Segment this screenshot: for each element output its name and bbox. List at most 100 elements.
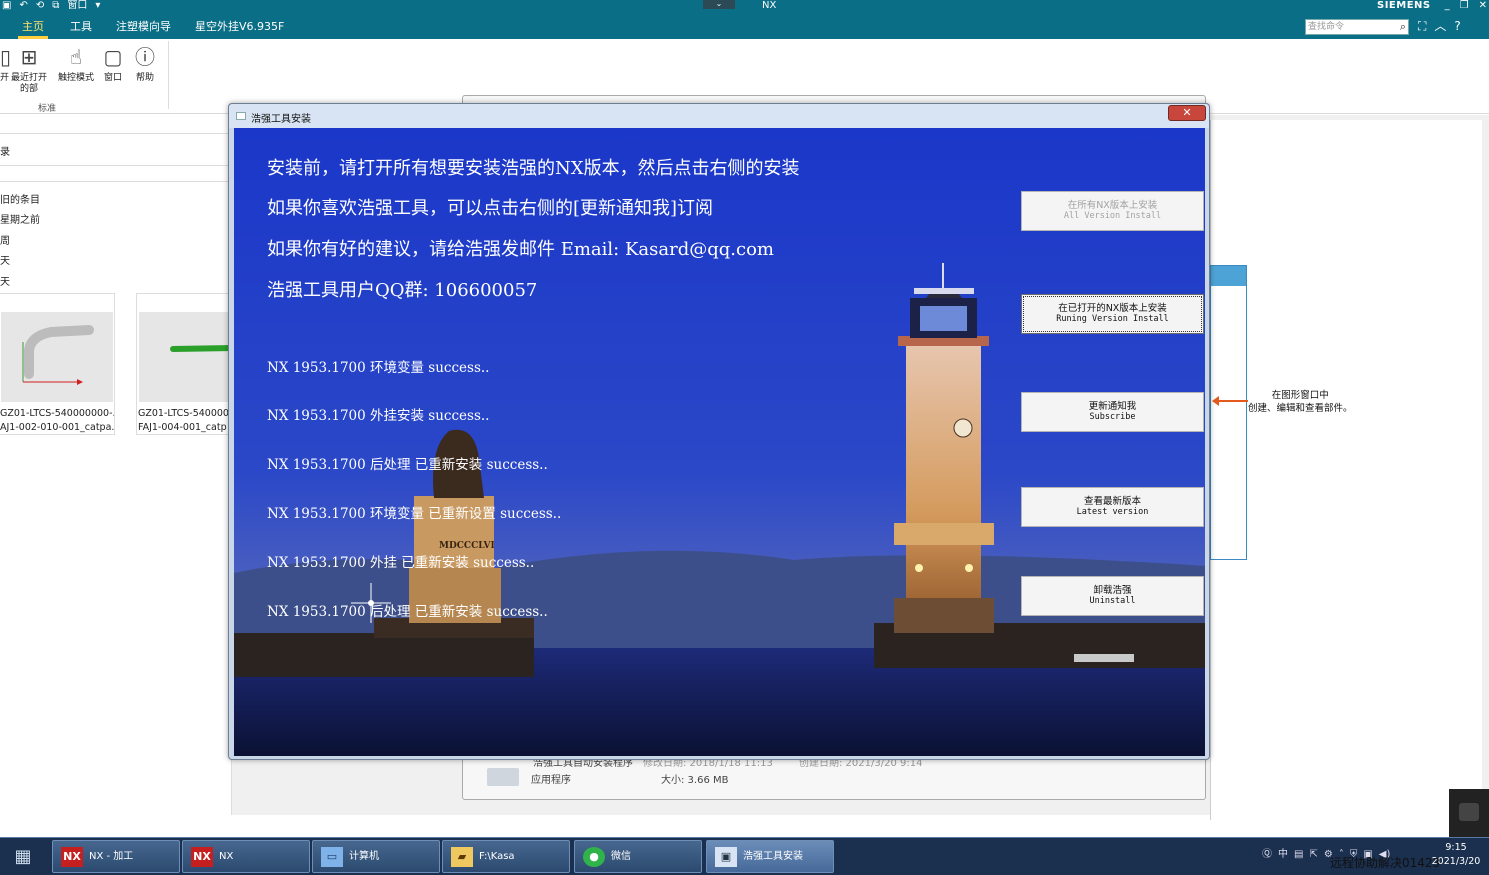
start-button[interactable]: ▦ — [8, 843, 38, 871]
title-dropdown-button[interactable]: ⌄ — [703, 0, 735, 9]
nx-titlebar: ▣ ↶ ⟲ ⧉ 窗口 ▾ ⌄ NX SIEMENS _ ❐ ✕ — [0, 0, 1489, 14]
tab-mold-wizard[interactable]: 注塑模向导 — [112, 14, 175, 39]
part-preview-drawing — [22, 325, 94, 385]
thumbnail-caption: GZ01-LTCS-540000000-... AJ1-002-010-001_… — [0, 408, 114, 433]
history-group[interactable]: 星期之前 — [0, 211, 40, 226]
undo-icon[interactable]: ↶ — [19, 0, 27, 12]
brand-logo: SIEMENS — [1377, 0, 1431, 11]
recent-part-thumbnail[interactable]: GZ01-LTCS-540000 FAJ1-004-001_catp — [136, 293, 236, 435]
remote-assist-watermark: 远程协助解决01423 — [1330, 856, 1441, 870]
clock-time: 9:15 — [1445, 842, 1467, 853]
nx-app-icon: NX — [191, 847, 213, 867]
history-group[interactable]: 旧的条目 — [0, 191, 40, 206]
recent-part-thumbnail[interactable]: GZ01-LTCS-540000000-... AJ1-002-010-001_… — [0, 293, 115, 435]
thumbnail-caption: GZ01-LTCS-540000 FAJ1-004-001_catp — [138, 408, 229, 433]
hint-arrow-icon — [1212, 396, 1248, 406]
graphics-window — [1210, 120, 1482, 820]
taskbar-item-nx-machining[interactable]: NX NX - 加工 — [52, 840, 180, 873]
latest-version-button[interactable]: 查看最新版本 Latest version — [1021, 487, 1204, 527]
tab-tools[interactable]: 工具 — [66, 14, 96, 39]
ribbon-group-label: 标准 — [38, 104, 57, 114]
log-line: NX 1953.1700 外挂安装 success.. — [267, 408, 490, 425]
part-preview-drawing — [170, 345, 236, 352]
close-icon[interactable]: ✕ — [1479, 0, 1487, 11]
panel-titlebar — [1211, 266, 1246, 286]
graphics-hint-text: 在图形窗口中 创建、编辑和查看部件。 — [1248, 390, 1353, 414]
touch-mode-button[interactable]: ☝ 触控模式 — [56, 43, 96, 84]
close-button[interactable]: ✕ — [1168, 105, 1206, 121]
recent-files-button[interactable]: ⊞ 最近打开的部 — [10, 43, 48, 95]
save-icon[interactable]: ▣ — [2, 0, 11, 12]
installer-client-area: MDCCCLVI 安装前，请打开所有想要安装浩强的NX版本，然后点击右侧的安装 … — [234, 128, 1205, 756]
install-log: NX 1953.1700 环境变量 success.. NX 1953.1700… — [267, 327, 561, 653]
ribbon-cut-button[interactable]: ▯ 开 — [0, 43, 11, 84]
redo-icon[interactable]: ⟲ — [36, 0, 44, 12]
input-method-icon[interactable]: Ⓠ — [1262, 848, 1272, 862]
recent-files-icon: ⊞ — [20, 45, 38, 69]
taskbar: ▦ NX NX - 加工 NX NX ▭ 计算机 ▰ F:\Kasa ● 微信 … — [0, 837, 1489, 875]
history-group[interactable]: 周 — [0, 232, 10, 247]
email-text: 如果你有好的建议，请给浩强发邮件 Email: Kasard@qq.com — [267, 239, 774, 260]
installer-title: 浩强工具安装 — [251, 114, 311, 125]
taskbar-item-wechat[interactable]: ● 微信 — [574, 840, 702, 873]
part-preview-image — [139, 312, 236, 402]
customize-chevron-icon[interactable]: ▾ — [95, 0, 100, 12]
fullscreen-icon[interactable]: ⛶ — [1418, 19, 1426, 33]
tab-plugin[interactable]: 星空外挂V6.935F — [191, 14, 288, 39]
window-icon: ▢ — [103, 45, 123, 69]
help-icon: ⓘ — [135, 45, 155, 69]
taskbar-item-installer[interactable]: ▣ 浩强工具安装 — [706, 840, 834, 873]
window-menu[interactable]: 窗口 — [67, 0, 87, 12]
search-icon[interactable]: ⌕ — [1400, 20, 1406, 34]
log-line: NX 1953.1700 后处理 已重新安装 success.. — [267, 604, 548, 621]
divider — [0, 133, 232, 134]
computer-icon: ▭ — [321, 847, 343, 867]
minimize-icon[interactable]: _ — [1445, 0, 1450, 11]
installer-dialog: 浩强工具安装 ✕ MDCCCLVI 安装前，请打开所有想要安装浩强的NX版本，然… — [228, 103, 1210, 760]
touch-mode-icon: ☝ — [69, 45, 83, 69]
part-preview-image — [1, 312, 113, 402]
language-indicator[interactable]: 中 — [1278, 848, 1288, 862]
chat-icon — [1459, 803, 1479, 821]
log-line: NX 1953.1700 后处理 已重新安装 success.. — [267, 457, 548, 474]
installer-titlebar[interactable]: 浩强工具安装 ✕ — [229, 104, 1209, 128]
external-link-icon[interactable]: ⇱ — [1309, 848, 1317, 862]
taskbar-item-nx[interactable]: NX NX — [182, 840, 310, 873]
help-circle-icon[interactable]: ? — [1454, 19, 1460, 33]
tab-home[interactable]: 主页 — [18, 14, 48, 39]
install-instruction-text: 安装前，请打开所有想要安装浩强的NX版本，然后点击右侧的安装 — [267, 158, 800, 179]
file-type: 应用程序 — [531, 775, 571, 786]
subscribe-instruction-text: 如果你喜欢浩强工具，可以点击右侧的[更新通知我]订阅 — [267, 198, 714, 219]
quick-access-toolbar: ▣ ↶ ⟲ ⧉ 窗口 ▾ — [2, 0, 100, 12]
installer-icon: ▣ — [715, 847, 737, 867]
qq-group-text: 浩强工具用户QQ群: 106600057 — [267, 280, 538, 301]
search-placeholder: 查找命令 — [1308, 22, 1345, 32]
log-line: NX 1953.1700 外挂 已重新安装 success.. — [267, 555, 535, 572]
subscribe-button[interactable]: 更新通知我 Subscribe — [1021, 392, 1204, 432]
taskbar-item-folder[interactable]: ▰ F:\Kasa — [442, 840, 570, 873]
folder-icon: ▰ — [451, 847, 473, 867]
ribbon-right-icons: ⛶ ︿ ? — [1418, 19, 1461, 33]
install-all-versions-button[interactable]: 在所有NX版本上安装 All Version Install — [1021, 191, 1204, 231]
app-window-icon — [236, 112, 246, 120]
restore-icon[interactable]: ❐ — [1460, 0, 1469, 11]
uninstall-button[interactable]: 卸载浩强 Uninstall — [1021, 576, 1204, 616]
help-button[interactable]: ⓘ 帮助 — [131, 43, 159, 84]
collapse-ribbon-icon[interactable]: ︿ — [1434, 19, 1446, 33]
keyboard-icon[interactable]: ▤ — [1294, 848, 1303, 862]
log-line: NX 1953.1700 环境变量 success.. — [267, 359, 490, 376]
history-group[interactable]: 天 — [0, 273, 10, 288]
ribbon-divider — [168, 41, 169, 109]
nx-app-icon: NX — [61, 847, 83, 867]
install-running-version-button[interactable]: 在已打开的NX版本上安装 Runing Version Install — [1021, 294, 1204, 334]
command-search-input[interactable]: 查找命令 ⌕ — [1305, 19, 1409, 35]
file-size: 大小: 3.66 MB — [661, 775, 729, 786]
window-button[interactable]: ▢ 窗口 — [99, 43, 127, 84]
divider — [0, 165, 232, 166]
taskbar-item-computer[interactable]: ▭ 计算机 — [312, 840, 440, 873]
history-group[interactable]: 天 — [0, 252, 10, 267]
copy-icon[interactable]: ⧉ — [52, 0, 59, 12]
navigator-header: 录 — [0, 147, 10, 158]
floating-assist-widget[interactable] — [1449, 789, 1489, 837]
app-file-icon — [487, 768, 519, 786]
